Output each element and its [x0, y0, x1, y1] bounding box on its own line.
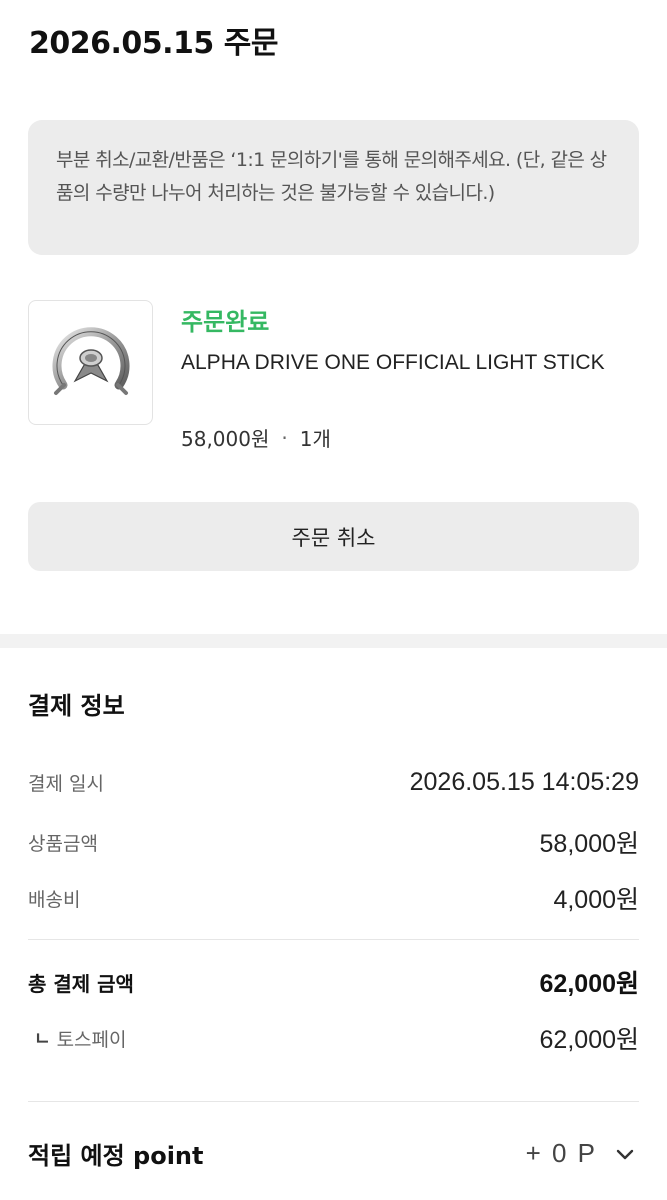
product-quantity: 1개	[299, 427, 331, 451]
sub-item-marker: ㄴ	[34, 1029, 51, 1050]
product-meta: 58,000원 · 1개	[181, 423, 331, 452]
order-detail-page: 2026.05.15 주문 부분 취소/교환/반품은 ‘1:1 문의하기'를 통…	[0, 0, 667, 1200]
payment-value: 4,000원	[553, 886, 639, 914]
payment-method-value: 62,000원	[539, 1026, 639, 1054]
product-price: 58,000원	[181, 427, 270, 451]
page-title: 2026.05.15 주문	[29, 26, 278, 61]
payment-label: 결제 일시	[28, 773, 104, 795]
order-status: 주문완료	[181, 308, 270, 336]
chevron-down-icon[interactable]	[611, 1140, 639, 1168]
points-summary: + 0 P	[526, 1138, 639, 1169]
payment-row-shipping: 배송비 4,000원	[28, 880, 639, 916]
total-value: 62,000원	[539, 970, 639, 998]
payment-value: 58,000원	[539, 830, 639, 858]
meta-separator: ·	[281, 425, 288, 450]
divider	[28, 939, 639, 940]
divider	[28, 1101, 639, 1102]
payment-section-title: 결제 정보	[28, 692, 125, 720]
lightstick-image	[52, 326, 129, 395]
payment-row-method: ㄴ 토스페이 62,000원	[28, 1020, 639, 1056]
payment-method-label: 토스페이	[56, 1028, 127, 1051]
total-label: 총 결제 금액	[28, 971, 134, 996]
payment-label: 상품금액	[28, 832, 98, 855]
payment-method: ㄴ 토스페이	[28, 1025, 126, 1052]
product-thumbnail[interactable]	[28, 300, 153, 425]
cancel-order-button[interactable]: 주문 취소	[28, 502, 639, 571]
payment-row-datetime: 결제 일시 2026.05.15 14:05:29	[28, 768, 639, 797]
payment-value: 2026.05.15 14:05:29	[409, 768, 639, 796]
points-row[interactable]: 적립 예정 point + 0 P	[28, 1136, 639, 1171]
payment-row-product-amount: 상품금액 58,000원	[28, 824, 639, 860]
notice-box: 부분 취소/교환/반품은 ‘1:1 문의하기'를 통해 문의해주세요. (단, …	[28, 120, 639, 255]
payment-label: 배송비	[28, 888, 81, 911]
points-label: 적립 예정 point	[28, 1142, 204, 1170]
product-name[interactable]: ALPHA DRIVE ONE OFFICIAL LIGHT STICK	[181, 345, 621, 380]
section-divider	[0, 634, 667, 648]
payment-row-total: 총 결제 금액 62,000원	[28, 964, 639, 1000]
points-value: + 0 P	[525, 1138, 597, 1168]
